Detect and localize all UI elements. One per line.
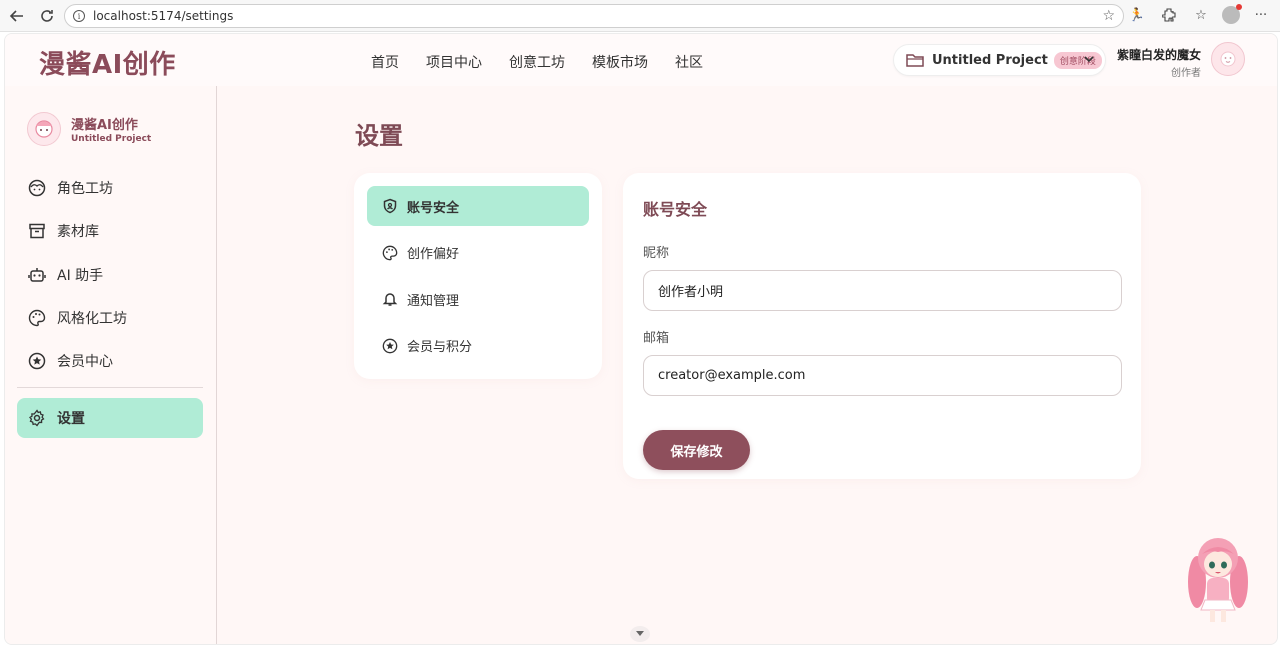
nickname-label: 昵称 <box>643 246 670 261</box>
address-bar[interactable]: i localhost:5174/settings ☆ <box>64 4 1124 28</box>
sidebar-divider <box>17 387 203 389</box>
nav-community[interactable]: 社区 <box>675 52 703 72</box>
page-title: 设置 <box>355 122 403 150</box>
tab-creative-preferences[interactable]: 创作偏好 <box>367 233 589 273</box>
bookmark-star-icon[interactable]: ☆ <box>1102 8 1115 24</box>
tab-notifications[interactable]: 通知管理 <box>367 279 589 319</box>
sidebar-item-label: AI 助手 <box>57 267 104 284</box>
nav-creative-workshop[interactable]: 创意工坊 <box>509 52 565 72</box>
sidebar-item-membership[interactable]: 会员中心 <box>17 341 203 381</box>
save-button[interactable]: 保存修改 <box>643 430 750 470</box>
top-header: 漫酱AI创作 首页 项目中心 创意工坊 模板市场 社区 Untitled Pro… <box>5 34 1277 86</box>
sidebar-item-label: 角色工坊 <box>57 181 113 197</box>
sidebar-menu: 角色工坊 素材库 AI 助手 风格化工坊 会员中心 设置 <box>17 168 203 441</box>
sidebar-item-character-workshop[interactable]: 角色工坊 <box>17 168 203 208</box>
sidebar: 漫酱AI创作 Untitled Project 角色工坊 素材库 AI 助手 风… <box>5 86 217 644</box>
scroll-down-icon[interactable] <box>630 626 650 642</box>
sidebar-item-label: 会员中心 <box>57 354 113 371</box>
extension-icon[interactable]: 🏃 <box>1126 4 1148 26</box>
url-text[interactable]: localhost:5174/settings <box>93 9 233 23</box>
tab-label: 创作偏好 <box>407 247 460 262</box>
email-label: 邮箱 <box>643 331 670 346</box>
top-navigation: 首页 项目中心 创意工坊 模板市场 社区 <box>371 52 703 72</box>
sidebar-brand-title: 漫酱AI创作 <box>71 118 138 133</box>
gear-icon <box>27 408 47 428</box>
browser-toolbar: i localhost:5174/settings ☆ 🏃 ☆ ··· <box>0 0 1280 32</box>
settings-tabs: 账号安全 创作偏好 通知管理 会员与积分 <box>354 173 602 379</box>
brand-logo-text[interactable]: 漫酱AI创作 <box>39 44 176 81</box>
app-window: 漫酱AI创作 首页 项目中心 创意工坊 模板市场 社区 Untitled Pro… <box>4 33 1278 645</box>
sidebar-project-name: Untitled Project <box>71 134 152 144</box>
nav-home[interactable]: 首页 <box>371 52 399 72</box>
tab-account-security[interactable]: 账号安全 <box>367 186 589 226</box>
more-menu-icon[interactable]: ··· <box>1250 4 1272 26</box>
archive-icon <box>27 221 47 241</box>
reload-icon[interactable] <box>34 3 60 29</box>
user-name: 紫瞳白发的魔女 <box>1116 48 1201 62</box>
shield-icon <box>381 197 399 215</box>
puzzle-icon[interactable] <box>1158 4 1180 26</box>
nav-projects[interactable]: 项目中心 <box>426 52 482 72</box>
project-name: Untitled Project <box>932 52 1048 68</box>
tab-label: 会员与积分 <box>407 340 473 355</box>
mascot-logo-icon <box>27 112 61 146</box>
sidebar-brand[interactable]: 漫酱AI创作 Untitled Project <box>27 112 151 146</box>
user-role: 创作者 <box>1171 68 1201 79</box>
account-security-form: 账号安全 昵称 创作者小明 邮箱 creator@example.com 保存修… <box>623 173 1141 479</box>
mascot-character-image[interactable] <box>1185 530 1251 630</box>
tab-label: 通知管理 <box>407 293 460 309</box>
avatar[interactable] <box>1211 42 1245 76</box>
palette-icon <box>27 308 47 328</box>
robot-icon <box>27 265 47 285</box>
info-icon[interactable]: i <box>73 10 85 22</box>
face-icon <box>27 178 47 198</box>
sidebar-item-label: 素材库 <box>57 224 99 241</box>
project-selector[interactable]: Untitled Project 创意阶段 <box>893 44 1106 76</box>
email-field[interactable]: creator@example.com <box>643 355 1122 396</box>
palette-icon <box>381 244 399 262</box>
sidebar-item-ai-assistant[interactable]: AI 助手 <box>17 255 203 295</box>
star-circle-icon <box>27 351 47 371</box>
sidebar-item-asset-library[interactable]: 素材库 <box>17 211 203 251</box>
sidebar-item-label: 设置 <box>57 411 85 428</box>
chevron-down-icon[interactable] <box>1083 53 1095 65</box>
bell-icon <box>381 290 399 308</box>
folder-icon <box>906 54 924 67</box>
sidebar-item-label: 风格化工坊 <box>57 310 127 327</box>
back-arrow-icon[interactable] <box>4 3 30 29</box>
nickname-field[interactable]: 创作者小明 <box>643 270 1122 311</box>
form-title: 账号安全 <box>643 200 708 219</box>
tab-membership-points[interactable]: 会员与积分 <box>367 326 589 366</box>
star-circle-icon <box>381 337 399 355</box>
browser-extension-icons: 🏃 ☆ ··· <box>1126 4 1272 26</box>
favorites-icon[interactable]: ☆ <box>1190 4 1212 26</box>
tab-label: 账号安全 <box>407 200 460 216</box>
face-avatar-icon <box>1220 51 1236 67</box>
browser-profile-avatar[interactable] <box>1222 4 1242 24</box>
sidebar-item-style-workshop[interactable]: 风格化工坊 <box>17 298 203 338</box>
sidebar-item-settings[interactable]: 设置 <box>17 398 203 439</box>
user-info[interactable]: 紫瞳白发的魔女 创作者 <box>1117 46 1201 79</box>
nav-template-market[interactable]: 模板市场 <box>592 52 648 72</box>
